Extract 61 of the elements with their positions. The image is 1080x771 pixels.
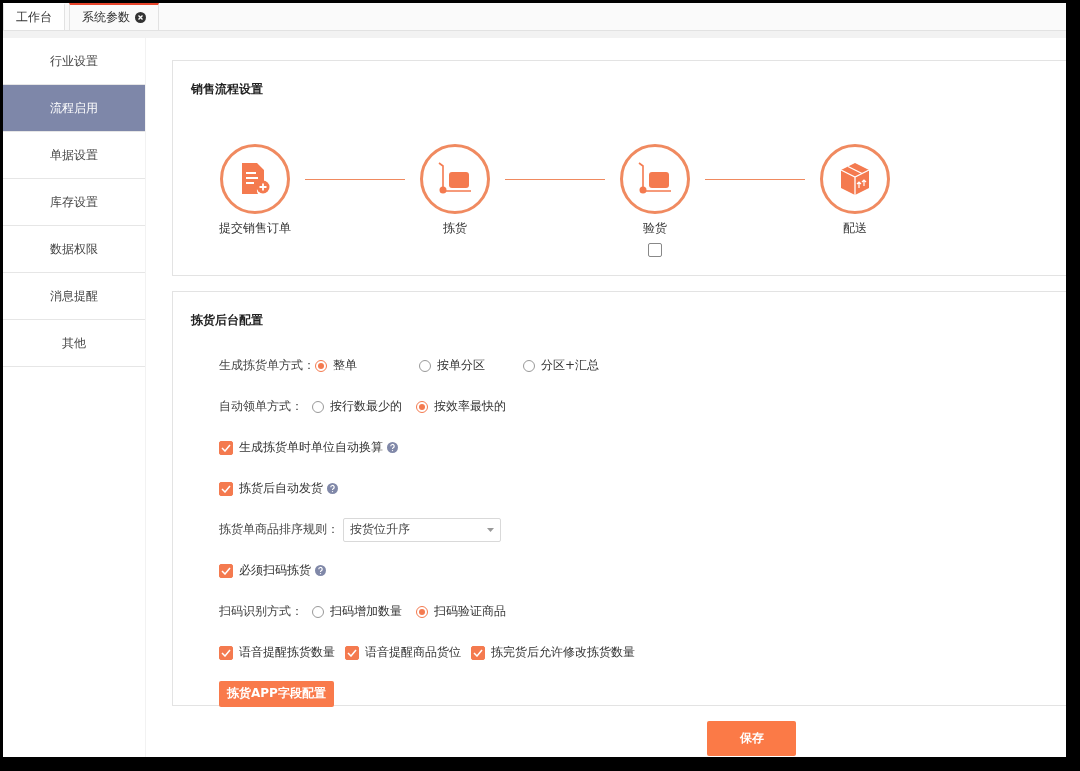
option-label: 整单 <box>333 357 357 374</box>
hand-truck-icon <box>438 162 472 196</box>
step-label: 配送 <box>843 220 867 237</box>
sidebar-item[interactable]: 数据权限 <box>3 226 145 273</box>
sidebar-item[interactable]: 库存设置 <box>3 179 145 226</box>
checkbox[interactable] <box>219 440 233 455</box>
field-label: 拣货单商品排序规则： <box>219 521 339 538</box>
radio-button[interactable] <box>523 359 535 372</box>
step-label: 提交销售订单 <box>219 220 291 237</box>
field-label: 自动领单方式： <box>219 398 304 415</box>
field-label: 扫码识别方式： <box>219 603 304 620</box>
caret-icon <box>487 527 494 532</box>
help-icon[interactable] <box>315 565 326 576</box>
checkbox[interactable] <box>219 481 233 496</box>
field-label: 生成拣货单方式： <box>219 357 315 374</box>
checkbox-label: 生成拣货单时单位自动换算 <box>239 439 383 456</box>
radio-button[interactable] <box>416 605 428 618</box>
sidebar-item[interactable]: 流程启用 <box>3 85 145 132</box>
checkbox-label: 拣货后自动发货 <box>239 480 323 497</box>
help-icon[interactable] <box>327 483 338 494</box>
checkbox-label: 必须扫码拣货 <box>239 562 311 579</box>
hand-truck-icon <box>638 162 672 196</box>
checkbox[interactable] <box>471 645 485 660</box>
document-plus-icon <box>240 163 270 195</box>
help-icon[interactable] <box>387 442 398 453</box>
option-label: 按效率最快的 <box>434 398 506 415</box>
checkbox-label: 语音提醒商品货位 <box>365 644 461 661</box>
radio-button[interactable] <box>312 400 324 413</box>
close-icon[interactable] <box>135 12 146 23</box>
tab[interactable]: 系统参数 <box>69 3 159 30</box>
radio-option[interactable]: 扫码增加数量 <box>312 603 416 620</box>
sidebar-item[interactable]: 消息提醒 <box>3 273 145 320</box>
checkbox-label: 拣完货后允许修改拣货数量 <box>491 644 635 661</box>
option-label: 按行数最少的 <box>330 398 402 415</box>
sidebar-item[interactable]: 单据设置 <box>3 132 145 179</box>
step-label: 验货 <box>643 220 667 237</box>
sidebar-item[interactable]: 其他 <box>3 320 145 367</box>
radio-button[interactable] <box>416 400 428 413</box>
radio-button[interactable] <box>419 359 431 372</box>
checkbox[interactable] <box>219 645 233 660</box>
radio-option[interactable]: 按行数最少的 <box>312 398 416 415</box>
radio-option[interactable]: 整单 <box>315 357 419 374</box>
radio-button[interactable] <box>315 359 327 372</box>
panel-title: 拣货后台配置 <box>191 312 264 329</box>
sort-dropdown[interactable]: 按货位升序 <box>343 517 501 542</box>
checkbox-label: 语音提醒拣货数量 <box>239 644 335 661</box>
radio-option[interactable]: 扫码验证商品 <box>416 603 520 620</box>
checkbox[interactable] <box>648 243 662 257</box>
step-label: 拣货 <box>443 220 467 237</box>
radio-option[interactable]: 分区+汇总 <box>523 357 627 374</box>
radio-option[interactable]: 按单分区 <box>419 357 523 374</box>
checkbox[interactable] <box>219 563 233 578</box>
option-label: 按单分区 <box>437 357 485 374</box>
option-label: 扫码增加数量 <box>330 603 402 620</box>
checkbox[interactable] <box>345 645 359 660</box>
tab[interactable]: 工作台 <box>3 3 65 30</box>
radio-option[interactable]: 按效率最快的 <box>416 398 520 415</box>
radio-button[interactable] <box>312 605 324 618</box>
option-label: 扫码验证商品 <box>434 603 506 620</box>
panel-title: 销售流程设置 <box>191 81 264 98</box>
option-label: 分区+汇总 <box>541 357 600 374</box>
